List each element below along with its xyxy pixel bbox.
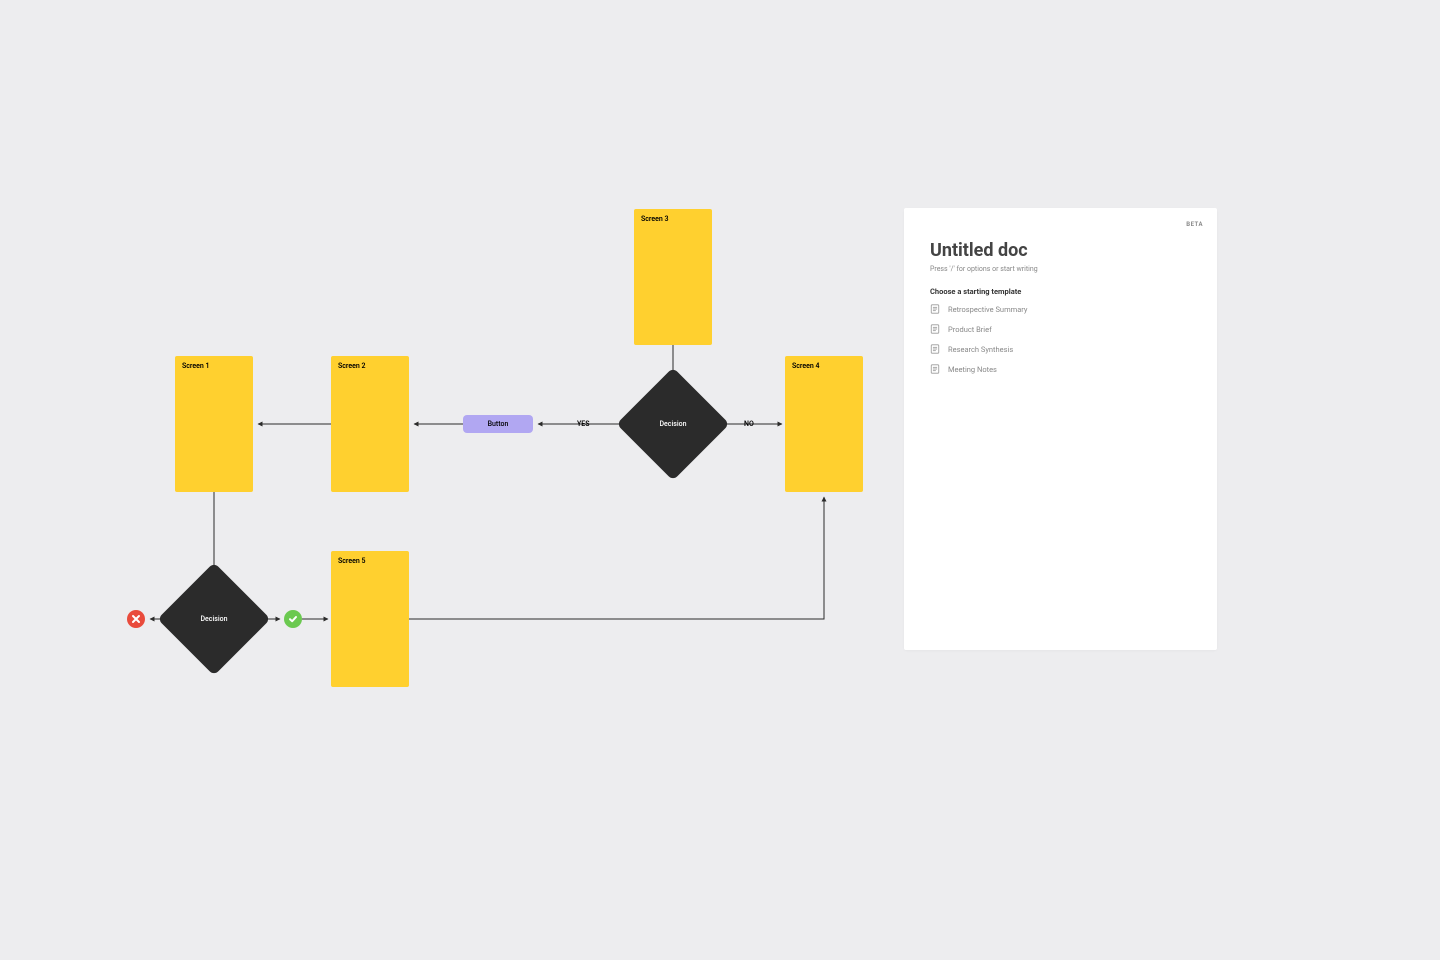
template-item-meeting-notes[interactable]: Meeting Notes: [930, 364, 1191, 374]
decision-node-2[interactable]: Decision: [174, 579, 254, 659]
beta-badge: BETA: [1186, 221, 1203, 228]
reject-icon: [127, 610, 145, 628]
screen-1-label: Screen 1: [182, 362, 210, 370]
edge-label-yes: YES: [577, 420, 590, 428]
template-label: Research Synthesis: [948, 345, 1013, 354]
template-list: Retrospective Summary Product Brief Rese…: [930, 304, 1191, 374]
document-panel[interactable]: BETA Untitled doc Press '/' for options …: [904, 208, 1217, 650]
screen-3[interactable]: Screen 3: [634, 209, 712, 345]
template-label: Product Brief: [948, 325, 992, 334]
screen-5-label: Screen 5: [338, 557, 366, 565]
doc-icon: [930, 324, 940, 334]
doc-title[interactable]: Untitled doc: [930, 240, 1191, 261]
decision-node-1[interactable]: Decision: [633, 384, 713, 464]
button-node-label: Button: [488, 420, 509, 428]
screen-2[interactable]: Screen 2: [331, 356, 409, 492]
doc-icon: [930, 364, 940, 374]
doc-icon: [930, 304, 940, 314]
button-node[interactable]: Button: [463, 415, 533, 433]
screen-5[interactable]: Screen 5: [331, 551, 409, 687]
screen-4-label: Screen 4: [792, 362, 820, 370]
approve-icon: [284, 610, 302, 628]
template-item-product-brief[interactable]: Product Brief: [930, 324, 1191, 334]
template-item-research-synthesis[interactable]: Research Synthesis: [930, 344, 1191, 354]
decision-1-label: Decision: [633, 384, 713, 464]
screen-1[interactable]: Screen 1: [175, 356, 253, 492]
doc-hint: Press '/' for options or start writing: [930, 265, 1191, 273]
screen-2-label: Screen 2: [338, 362, 366, 370]
decision-2-label: Decision: [174, 579, 254, 659]
screen-4[interactable]: Screen 4: [785, 356, 863, 492]
template-label: Retrospective Summary: [948, 305, 1027, 314]
template-section-label: Choose a starting template: [930, 287, 1191, 296]
screen-3-label: Screen 3: [641, 215, 669, 223]
edge-label-no: NO: [744, 420, 754, 428]
template-item-retrospective[interactable]: Retrospective Summary: [930, 304, 1191, 314]
doc-icon: [930, 344, 940, 354]
flowchart-canvas[interactable]: Screen 1 Screen 2 Screen 3 Screen 4 Scre…: [0, 0, 1440, 960]
template-label: Meeting Notes: [948, 365, 997, 374]
